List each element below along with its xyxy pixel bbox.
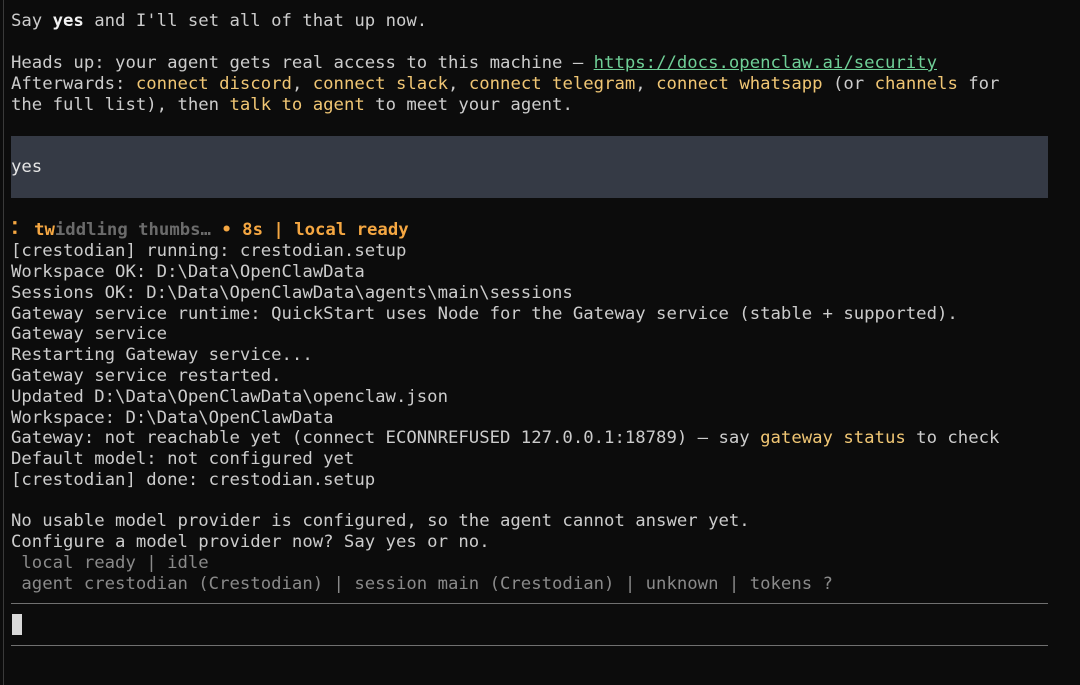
log-line: Updated D:\Data\OpenClawData\openclaw.js… [11, 387, 448, 407]
terminal-window: Say yes and I'll set all of that up now.… [0, 0, 1080, 685]
cmd-channels[interactable]: channels [875, 74, 958, 94]
intro-line-full-list: the full list), then talk to agent to me… [11, 95, 573, 115]
user-message-text: yes [11, 157, 43, 177]
intro-line-afterwards: Afterwards: connect discord, connect sla… [11, 74, 1000, 94]
input-top-divider [11, 603, 1048, 604]
log-line: [crestodian] running: crestodian.setup [11, 241, 407, 261]
cmd-connect-discord[interactable]: connect discord [136, 74, 292, 94]
cmd-gateway-status[interactable]: gateway status [760, 428, 906, 448]
status-line: ⠅ twiddling thumbs… • 8s | local ready [11, 220, 409, 240]
cmd-connect-whatsapp[interactable]: connect whatsapp [656, 74, 822, 94]
spinner-icon: ⠅ [11, 220, 24, 240]
intro-line-heads-up: Heads up: your agent gets real access to… [11, 53, 937, 73]
notice-line: Configure a model provider now? Say yes … [11, 532, 490, 552]
log-line: Default model: not configured yet [11, 449, 355, 469]
cmd-connect-telegram[interactable]: connect telegram [469, 74, 635, 94]
gateway-status-line: Gateway: not reachable yet (connect ECON… [11, 428, 1000, 448]
security-docs-link[interactable]: https://docs.openclaw.ai/security [594, 53, 937, 73]
notice-line: No usable model provider is configured, … [11, 511, 750, 531]
window-left-border [3, 0, 4, 685]
log-line: [crestodian] done: crestodian.setup [11, 470, 376, 490]
log-line: Sessions OK: D:\Data\OpenClawData\agents… [11, 283, 573, 303]
cmd-talk-to-agent[interactable]: talk to agent [230, 95, 365, 115]
user-message-block [11, 136, 1048, 198]
footer-session-line: agent crestodian (Crestodian) | session … [11, 574, 833, 594]
intro-line-say-yes: Say yes and I'll set all of that up now. [11, 11, 428, 31]
log-line: Gateway service restarted. [11, 366, 282, 386]
footer-status-line: local ready | idle [11, 553, 209, 573]
text-cursor[interactable] [12, 614, 22, 635]
cmd-connect-slack[interactable]: connect slack [313, 74, 448, 94]
log-line: Gateway service runtime: QuickStart uses… [11, 304, 958, 324]
log-line: Restarting Gateway service... [11, 345, 313, 365]
log-line: Workspace OK: D:\Data\OpenClawData [11, 262, 365, 282]
input-bottom-divider [11, 645, 1048, 646]
log-line: Workspace: D:\Data\OpenClawData [11, 408, 334, 428]
log-line: Gateway service [11, 324, 168, 344]
